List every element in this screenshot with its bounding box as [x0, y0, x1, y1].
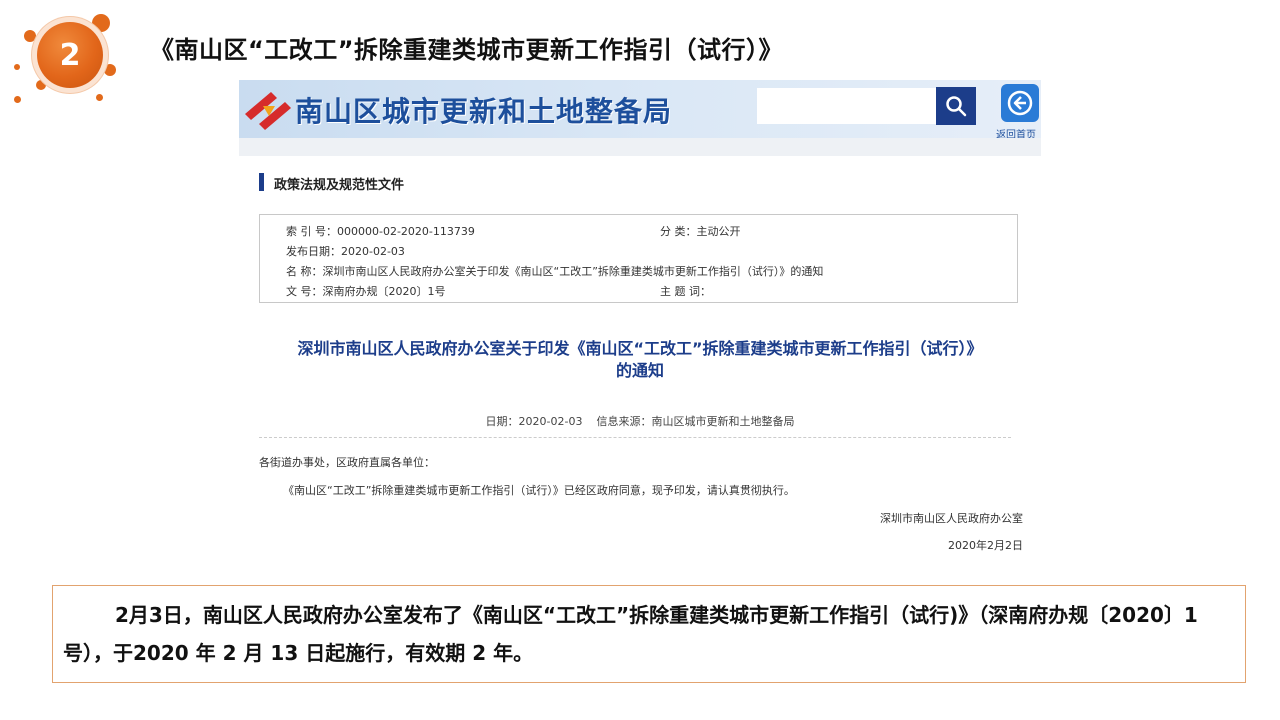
meta-index-value: 000000-02-2020-113739: [337, 225, 475, 238]
document-info: 日期：2020-02-03 信息来源：南山区城市更新和土地整备局: [485, 415, 795, 428]
search-button[interactable]: [936, 87, 976, 125]
slide-number-badge-group: 2: [0, 0, 130, 115]
meta-docno-key: 文 号：: [286, 285, 323, 298]
decor-dot: [14, 64, 20, 70]
home-button[interactable]: [1001, 84, 1039, 122]
meta-docno-value: 深南府办规〔2020〕1号: [322, 285, 446, 298]
decor-dot: [92, 14, 110, 32]
meta-index-key: 索 引 号：: [286, 225, 337, 238]
document-divider: [259, 437, 1011, 438]
document-title-line1: 深圳市南山区人民政府办公室关于印发《南山区“工改工”拆除重建类城市更新工作指引（…: [297, 339, 983, 358]
caption-box: 2月3日，南山区人民政府办公室发布了《南山区“工改工”拆除重建类城市更新工作指引…: [52, 585, 1246, 683]
search-icon: [946, 96, 967, 117]
meta-docno: 文 号：深南府办规〔2020〕1号: [286, 283, 446, 299]
document-body: 《南山区“工改工”拆除重建类城市更新工作指引（试行）》已经区政府同意，现予印发，…: [283, 484, 795, 497]
document-sign-date: 2020年2月2日: [948, 539, 1023, 552]
decor-dot: [36, 80, 46, 90]
meta-date-value: 2020-02-03: [341, 245, 405, 258]
section-marker: [259, 173, 264, 191]
site-logo-icon: [245, 92, 291, 130]
caption-text: 2月3日，南山区人民政府办公室发布了《南山区“工改工”拆除重建类城市更新工作指引…: [63, 603, 1198, 665]
header-divider-band: [239, 138, 1041, 156]
section-title: 政策法规及规范性文件: [274, 178, 405, 193]
site-header: 南山区城市更新和土地整备局 返回首页: [239, 80, 1041, 141]
slide-number-badge: 2: [37, 22, 103, 88]
document-signature: 深圳市南山区人民政府办公室: [880, 512, 1023, 525]
decor-dot: [96, 94, 103, 101]
meta-name: 名 称：深圳市南山区人民政府办公室关于印发《南山区“工改工”拆除重建类城市更新工…: [286, 263, 823, 279]
document-title: 深圳市南山区人民政府办公室关于印发《南山区“工改工”拆除重建类城市更新工作指引（…: [239, 338, 1041, 382]
meta-subject: 主 题 词：: [660, 283, 711, 299]
meta-category: 分 类：主动公开: [660, 223, 741, 239]
meta-index: 索 引 号：000000-02-2020-113739: [286, 223, 475, 239]
document-salutation: 各街道办事处，区政府直属各单位：: [259, 456, 435, 469]
meta-category-key: 分 类：: [660, 225, 697, 238]
meta-date-key: 发布日期：: [286, 245, 341, 258]
document-title-line2: 的通知: [615, 361, 664, 380]
meta-category-value: 主动公开: [696, 225, 741, 238]
back-arrow-icon: [1007, 90, 1033, 116]
slide-title: 《南山区“工改工”拆除重建类城市更新工作指引（试行）》: [150, 36, 784, 64]
meta-subject-key: 主 题 词：: [660, 285, 711, 298]
decor-dot: [14, 96, 21, 103]
meta-name-value: 深圳市南山区人民政府办公室关于印发《南山区“工改工”拆除重建类城市更新工作指引（…: [322, 265, 824, 278]
decor-dot: [104, 64, 116, 76]
website-screenshot-panel: 南山区城市更新和土地整备局 返回首页 政策法规及规范性文件 索 引 号：0000…: [239, 80, 1041, 566]
search-input[interactable]: [757, 88, 937, 124]
site-name: 南山区城市更新和土地整备局: [295, 95, 673, 128]
document-meta-box: 索 引 号：000000-02-2020-113739 分 类：主动公开 发布日…: [259, 214, 1018, 303]
meta-name-key: 名 称：: [286, 265, 323, 278]
decor-dot: [24, 30, 36, 42]
meta-date: 发布日期：2020-02-03: [286, 243, 405, 259]
